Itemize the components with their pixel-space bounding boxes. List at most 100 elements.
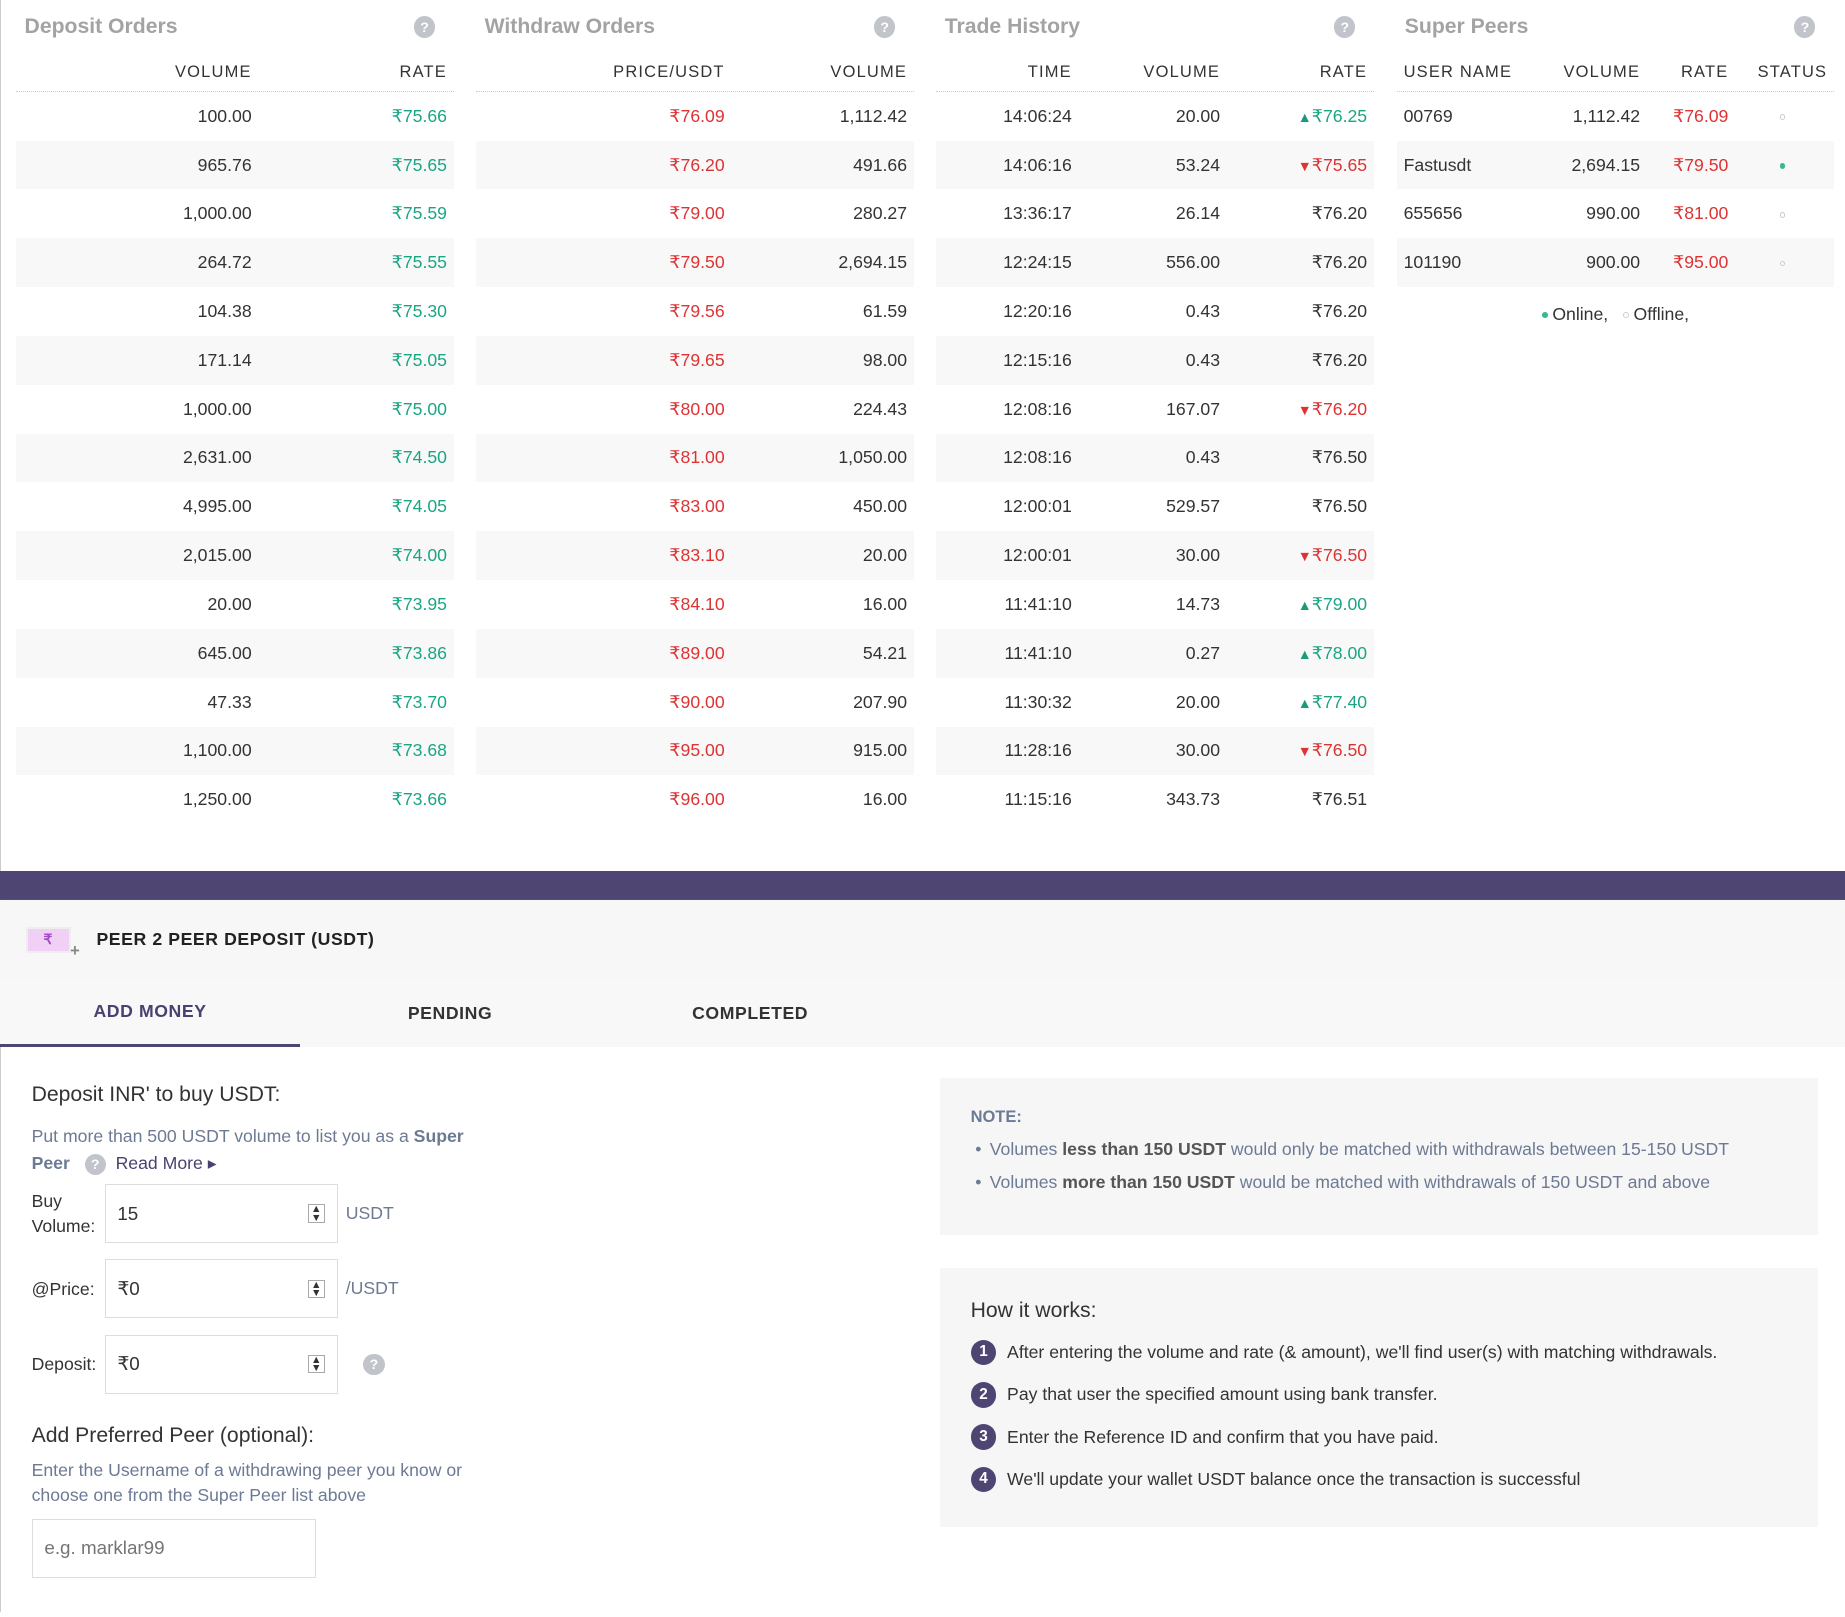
table-row[interactable]: ₹79.65 98.00 — [476, 335, 915, 385]
price-input[interactable]: ₹0 ▲ ▼ — [104, 1259, 338, 1319]
arrow-up-icon: ▲ — [1297, 694, 1312, 711]
table-row[interactable]: 965.76 ₹75.65 — [16, 140, 455, 190]
table-row[interactable]: ₹84.10 16.00 — [476, 580, 914, 629]
col-header: STATUS — [1757, 62, 1828, 81]
help-icon[interactable]: ? — [84, 1153, 106, 1175]
table-row[interactable]: ₹83.00 450.00 — [476, 482, 914, 531]
cell-text: 1,000.00 — [182, 203, 252, 224]
table-cell: ₹75.65 — [259, 155, 454, 176]
cell-text: 53.24 — [1175, 154, 1221, 175]
table-row[interactable]: ₹80.00 224.43 — [476, 385, 914, 434]
arrow-down-icon: ▼ — [1297, 157, 1312, 174]
table-row[interactable]: 12:15:16 0.43 ₹76.20 — [936, 335, 1375, 385]
deposit-form: Deposit INR' to buy USDT: Put more than … — [31, 1083, 503, 1578]
cell-text: 20.00 — [862, 545, 908, 566]
help-icon[interactable]: ? — [414, 16, 436, 38]
table-row[interactable]: 11:41:10 14.73 ▲₹79.00 — [936, 580, 1374, 629]
table-row[interactable]: 101190 900.00 ₹95.00 — [1396, 238, 1835, 288]
cell-text: 0.43 — [1185, 447, 1221, 468]
tab-pending[interactable]: PENDING — [300, 979, 600, 1047]
table-row[interactable]: 47.33 ₹73.70 — [16, 678, 454, 727]
spinner-icon[interactable]: ▲ ▼ — [307, 1204, 325, 1223]
table-row[interactable]: ₹90.00 207.90 — [476, 678, 914, 727]
table-row[interactable]: 12:00:01 30.00 ▼₹76.50 — [936, 531, 1375, 581]
help-icon[interactable]: ? — [1794, 16, 1816, 38]
step-item: 4 We'll update your wallet USDT balance o… — [970, 1466, 1788, 1493]
table-row[interactable]: 20.00 ₹73.95 — [16, 580, 454, 629]
table-row[interactable]: 264.72 ₹75.55 — [16, 238, 455, 288]
table-row[interactable]: ₹89.00 54.21 — [476, 628, 915, 678]
table-row[interactable]: 11:28:16 30.00 ▼₹76.50 — [936, 726, 1375, 776]
table-cell: 26.14 — [1079, 203, 1227, 224]
table-cell: 100.00 — [16, 106, 258, 127]
status-dot-icon — [1779, 114, 1786, 120]
table-cell: 30.00 — [1079, 545, 1227, 566]
cell-text: 343.73 — [1166, 789, 1221, 810]
col-header: RATE — [399, 62, 447, 81]
table-row[interactable]: 1,000.00 ₹75.00 — [16, 385, 454, 434]
table-row[interactable]: 4,995.00 ₹74.05 — [16, 482, 454, 531]
help-icon[interactable]: ? — [874, 16, 896, 38]
cell-text: ₹74.00 — [391, 545, 447, 566]
table-row[interactable]: 2,631.00 ₹74.50 — [16, 433, 455, 483]
table-cell: ▼₹76.50 — [1227, 740, 1374, 761]
table-row[interactable]: Fastusdt 2,694.15 ₹79.50 — [1396, 140, 1835, 190]
table-row[interactable]: ₹83.10 20.00 — [476, 531, 915, 581]
status-dot-icon — [1779, 211, 1786, 218]
spinner-icon[interactable]: ▲ ▼ — [307, 1355, 325, 1374]
table-cell: 14:06:16 — [936, 155, 1078, 176]
table-cell: 4,995.00 — [16, 496, 258, 517]
table-row[interactable]: 1,250.00 ₹73.66 — [16, 775, 454, 824]
read-more-link[interactable]: Read More ▸ — [116, 1153, 217, 1173]
table-cell: 00769 — [1397, 106, 1526, 127]
cell-text: 16.00 — [862, 789, 908, 810]
table-row[interactable]: 1,000.00 ₹75.59 — [16, 189, 454, 238]
cell-text: ₹78.00 — [1311, 642, 1368, 663]
deposit-input[interactable]: ₹0 ▲ ▼ — [104, 1334, 338, 1394]
table-row[interactable]: 11:15:16 343.73 ₹76.51 — [936, 775, 1374, 824]
section-header: ₹ PEER 2 PEER DEPOSIT (USDT) — [0, 900, 1845, 979]
table-row[interactable]: 12:20:16 0.43 ₹76.20 — [936, 287, 1374, 336]
table-row[interactable]: 12:08:16 0.43 ₹76.50 — [936, 433, 1375, 483]
status-legend: Online, Offline, — [1397, 304, 1835, 325]
table-row[interactable]: 00769 1,112.42 ₹76.09 — [1397, 92, 1835, 141]
table-row[interactable]: 12:08:16 167.07 ▼₹76.20 — [936, 385, 1374, 434]
table-row[interactable]: ₹79.56 61.59 — [476, 287, 914, 336]
table-row[interactable]: 100.00 ₹75.66 — [16, 92, 454, 141]
tab-add-money[interactable]: ADD MONEY — [0, 979, 301, 1048]
tab-completed[interactable]: COMPLETED — [600, 979, 900, 1047]
table-row[interactable]: ₹79.50 2,694.15 — [476, 238, 915, 288]
step-item: 1 After entering the volume and rate (& a… — [970, 1339, 1788, 1366]
col-header: TIME — [1027, 62, 1072, 81]
table-row[interactable]: 104.38 ₹75.30 — [16, 287, 454, 336]
table-row[interactable]: 14:06:16 53.24 ▼₹75.65 — [936, 140, 1375, 190]
table-row[interactable]: ₹95.00 915.00 — [476, 726, 915, 776]
help-icon[interactable]: ? — [363, 1353, 385, 1375]
table-row[interactable]: 14:06:24 20.00 ▲₹76.25 — [936, 92, 1374, 141]
table-row[interactable]: 2,015.00 ₹74.00 — [16, 531, 455, 581]
table-row[interactable]: 11:41:10 0.27 ▲₹78.00 — [936, 628, 1375, 678]
cell-text: ₹73.86 — [391, 642, 447, 663]
table-row[interactable]: ₹76.09 1,112.42 — [476, 92, 914, 141]
table-row[interactable]: ₹76.20 491.66 — [476, 140, 915, 190]
table-row[interactable]: 1,100.00 ₹73.68 — [16, 726, 455, 776]
table-cell — [1735, 106, 1834, 127]
table-row[interactable]: 655656 990.00 ₹81.00 — [1397, 189, 1835, 238]
help-icon[interactable]: ? — [1334, 16, 1356, 38]
table-row[interactable]: ₹81.00 1,050.00 — [476, 433, 915, 483]
table-row[interactable]: 12:00:01 529.57 ₹76.50 — [936, 482, 1374, 531]
spinner-icon[interactable]: ▲ ▼ — [307, 1279, 325, 1299]
table-row[interactable]: 171.14 ₹75.05 — [16, 335, 455, 385]
cell-text: ₹81.00 — [669, 447, 725, 468]
table-row[interactable]: 645.00 ₹73.86 — [16, 628, 455, 678]
cell-text: 47.33 — [207, 691, 252, 712]
cell-text: ₹73.68 — [391, 740, 447, 761]
table-row[interactable]: ₹79.00 280.27 — [476, 189, 914, 238]
table-row[interactable]: 12:24:15 556.00 ₹76.20 — [936, 238, 1375, 288]
table-row[interactable]: ₹96.00 16.00 — [476, 775, 914, 824]
table-row[interactable]: 11:30:32 20.00 ▲₹77.40 — [936, 678, 1374, 727]
preferred-peer-input[interactable] — [31, 1518, 317, 1578]
table-row[interactable]: 13:36:17 26.14 ₹76.20 — [936, 189, 1374, 238]
buy-volume-input[interactable]: 15 ▲ ▼ — [104, 1184, 338, 1243]
cell-text: 54.21 — [862, 642, 908, 663]
